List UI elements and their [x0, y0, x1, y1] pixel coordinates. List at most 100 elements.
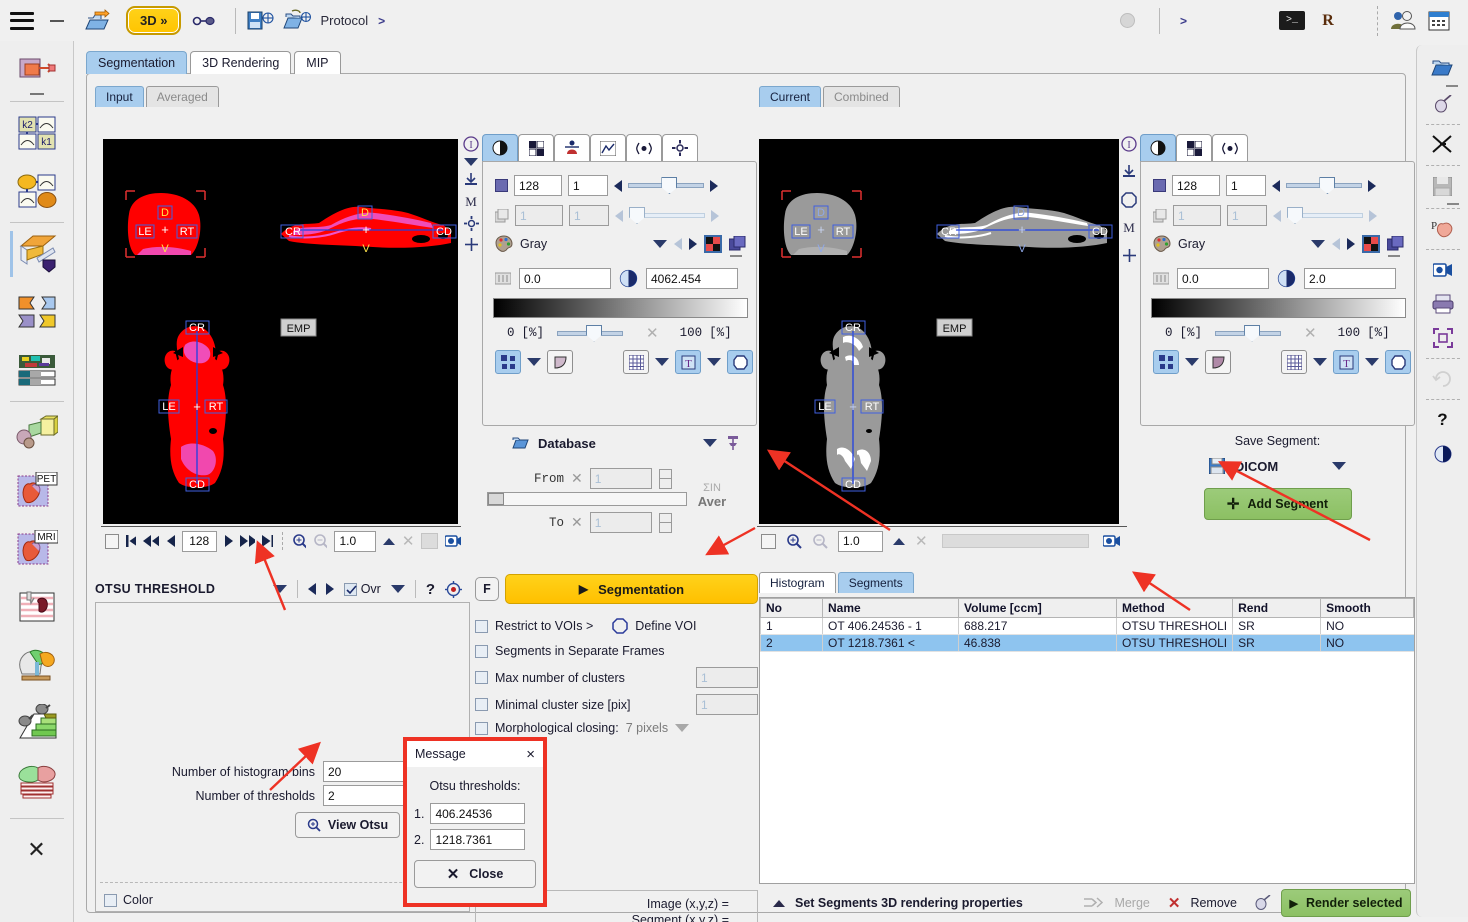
- min-cluster-size-checkbox[interactable]: [475, 698, 488, 711]
- slice-index-input-right[interactable]: 128: [1172, 175, 1220, 196]
- from-spinner-up[interactable]: [658, 468, 672, 479]
- ovr-dropdown-icon[interactable]: [390, 585, 405, 593]
- render-properties-label[interactable]: Set Segments 3D rendering properties: [795, 896, 1023, 910]
- to-spinner-down[interactable]: [658, 522, 672, 533]
- paint-icon[interactable]: [1255, 895, 1271, 911]
- left-image-viewport[interactable]: D LE RT V + D CR CD V + CR LE RT + CD EM…: [103, 139, 458, 524]
- colortable-next-icon[interactable]: [689, 238, 697, 250]
- method-prev-icon[interactable]: [307, 583, 316, 595]
- message-dialog[interactable]: Message × Otsu thresholds: 1. 406.24536 …: [403, 737, 547, 907]
- sidebar-item-pmatch-fusion[interactable]: [6, 283, 68, 341]
- grid-icon[interactable]: [623, 350, 649, 374]
- table-row[interactable]: 2 OT 1218.7361 < 46.838 OTSU THRESHOLI S…: [760, 634, 1414, 652]
- zoom-in-icon-right[interactable]: [786, 533, 802, 549]
- gear-icon[interactable]: [463, 216, 479, 231]
- f-button[interactable]: F: [475, 577, 499, 601]
- col-volume[interactable]: Volume [ccm]: [958, 598, 1117, 618]
- annotation-icon-right[interactable]: T: [1333, 350, 1359, 374]
- rail-refresh-icon[interactable]: [1423, 362, 1463, 396]
- palette-icon-right[interactable]: [1153, 235, 1171, 253]
- max-clusters-input[interactable]: 1: [696, 667, 758, 688]
- col-smooth[interactable]: Smooth: [1320, 598, 1414, 618]
- prompt-chevron[interactable]: >: [1180, 14, 1187, 28]
- from-spinner-down[interactable]: [658, 478, 672, 489]
- m-icon[interactable]: M: [465, 194, 477, 210]
- sidebar-item-pbas-viewer[interactable]: [6, 341, 68, 399]
- info-icon[interactable]: I: [463, 136, 479, 152]
- dialog-close-icon[interactable]: ×: [526, 746, 535, 763]
- slice-frame-input[interactable]: 1: [568, 175, 608, 196]
- slice-index-input[interactable]: 128: [514, 175, 562, 196]
- sidebar-item-pgem-gated[interactable]: [6, 578, 68, 636]
- rail-scissors-icon[interactable]: [1423, 128, 1463, 162]
- zoom-out-icon-right[interactable]: [812, 533, 828, 549]
- open-protocol-icon[interactable]: [282, 7, 312, 35]
- sidebar-item-p3d-rendering[interactable]: [6, 404, 68, 462]
- average-control[interactable]: ΣIN Aver: [682, 482, 742, 509]
- frame-index-input-right[interactable]: 1: [1173, 205, 1221, 226]
- grid-dropdown-icon-right[interactable]: [1313, 358, 1327, 366]
- colortable-dropdown-icon[interactable]: [653, 240, 667, 248]
- last-frame-icon[interactable]: [262, 534, 273, 548]
- segments-table-container[interactable]: No Name Volume [ccm] Method Rend Smooth …: [759, 597, 1415, 884]
- annotation-dropdown-icon-right[interactable]: [1365, 358, 1379, 366]
- contrast-icon-right[interactable]: [1277, 269, 1296, 288]
- method-next-icon[interactable]: [325, 583, 334, 595]
- contour-icon-right[interactable]: [1385, 350, 1411, 374]
- colortable-dropdown-icon-right[interactable]: [1311, 240, 1325, 248]
- ovr-checkbox[interactable]: [343, 582, 357, 596]
- info-icon-right[interactable]: I: [1121, 136, 1137, 152]
- rail-help-icon[interactable]: ?: [1423, 403, 1463, 437]
- contrast-tab-right[interactable]: [1140, 134, 1176, 161]
- from-clear-icon[interactable]: ✕: [571, 470, 583, 487]
- fastforward-icon[interactable]: [239, 534, 255, 548]
- rail-open-folder-icon[interactable]: [1423, 51, 1463, 85]
- first-frame-icon[interactable]: [125, 534, 137, 548]
- from-input[interactable]: 1: [589, 468, 652, 489]
- 3d-mode-button[interactable]: 3D »: [126, 6, 182, 35]
- annotation-dropdown-icon[interactable]: [707, 358, 721, 366]
- minimize-icon[interactable]: [50, 19, 64, 22]
- dialog-close-button[interactable]: ✕ Close: [414, 860, 536, 888]
- frame-prev-icon-right[interactable]: [1273, 209, 1281, 222]
- invert-colortable-icon[interactable]: [704, 235, 722, 253]
- sidebar-item-kinetic-modeling[interactable]: k2 k1: [6, 104, 68, 162]
- reset-window-icon[interactable]: ✕: [646, 324, 659, 342]
- invert-colortable-icon-right[interactable]: [1362, 235, 1380, 253]
- max-value-input[interactable]: 4062.454: [646, 268, 738, 289]
- slice-next-icon[interactable]: [710, 179, 718, 192]
- prev-frame-icon[interactable]: [166, 534, 175, 548]
- square-icon[interactable]: [105, 533, 119, 549]
- rail-fullscreen-icon[interactable]: [1423, 321, 1463, 355]
- sidebar-item-pcardm-mri[interactable]: MRI: [6, 520, 68, 578]
- define-voi-label[interactable]: Define VOI: [635, 619, 696, 633]
- cluster-dropdown-icon-right[interactable]: [1185, 358, 1199, 366]
- slice-slider[interactable]: [628, 177, 704, 194]
- define-voi-icon[interactable]: [612, 618, 629, 634]
- remove-x-icon[interactable]: ✕: [1168, 894, 1181, 912]
- min-value-input[interactable]: 0.0: [519, 268, 611, 289]
- subtab-input[interactable]: Input: [95, 86, 144, 107]
- subtab-combined[interactable]: Combined: [823, 86, 900, 107]
- chart-tab[interactable]: [590, 134, 626, 161]
- frame-next-icon[interactable]: [711, 209, 719, 222]
- frame-count-input[interactable]: 1: [569, 205, 609, 226]
- sidebar-item-palz-analysis[interactable]: [6, 694, 68, 752]
- sidebar-item-close-app[interactable]: ✕: [6, 821, 68, 879]
- sidebar-item-view-fusion[interactable]: [6, 41, 68, 99]
- target-icon[interactable]: [445, 580, 462, 598]
- rail-contrast-icon[interactable]: [1423, 437, 1463, 471]
- r-console-icon[interactable]: R: [1313, 7, 1343, 35]
- rail-paint-icon[interactable]: [1423, 87, 1463, 121]
- sidebar-item-pcardp-pet[interactable]: PET: [6, 462, 68, 520]
- calendar-icon[interactable]: [1424, 7, 1454, 35]
- contour-icon[interactable]: [727, 350, 753, 374]
- method-dropdown-icon[interactable]: [272, 585, 287, 593]
- color-checkbox[interactable]: [104, 893, 117, 907]
- rail-printer-icon[interactable]: [1423, 287, 1463, 321]
- view-otsu-button[interactable]: View Otsu: [295, 812, 400, 838]
- sidebar-item-pneuro[interactable]: [6, 636, 68, 694]
- export-icon-right[interactable]: [1121, 164, 1137, 180]
- person-tab[interactable]: [554, 134, 590, 161]
- range-scrollbar[interactable]: [487, 492, 687, 506]
